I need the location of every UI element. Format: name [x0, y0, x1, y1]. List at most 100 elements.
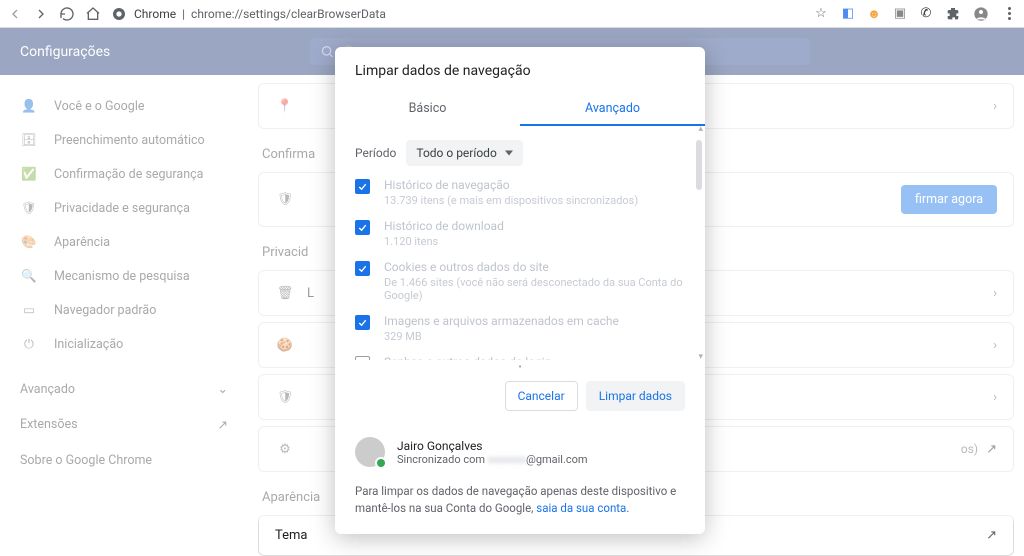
sidebar-item-autofill[interactable]: 🗄 Preenchimento automático [0, 123, 248, 157]
checkbox-subtitle: 329 MB [384, 330, 619, 343]
sidebar-item-label: Mecanismo de pesquisa [54, 269, 190, 284]
scroll-thumb[interactable] [696, 140, 702, 190]
pin-icon: 📍 [275, 96, 295, 116]
sidebar-item-label: Preenchimento automático [54, 133, 205, 148]
checkbox-subtitle: De 1.466 sites (você não será desconecta… [384, 276, 685, 302]
star-icon[interactable]: ☆ [812, 5, 830, 23]
sidebar-item-you-google[interactable]: 👤 Você e o Google [0, 89, 248, 123]
shield-check-icon: ✅ [20, 165, 38, 183]
search-icon: 🔍 [20, 267, 38, 285]
extension-icon-1[interactable]: ◧ [840, 6, 856, 22]
external-icon: ↗ [986, 442, 997, 457]
chevron-right-icon: › [993, 338, 997, 353]
shield-check-icon: 🛡 [275, 190, 295, 210]
user-icon: 👤 [20, 97, 38, 115]
checkbox-row-history[interactable]: Histórico de navegação 13.739 itens (e ma… [355, 178, 685, 207]
sidebar-item-search[interactable]: 🔍 Mecanismo de pesquisa [0, 259, 248, 293]
extension-icon-2[interactable]: ☻ [866, 6, 882, 22]
checkbox-subtitle: 1.120 itens [384, 235, 504, 248]
row-label: L [307, 286, 314, 301]
tab-advanced[interactable]: Avançado [520, 91, 705, 126]
sidebar-item-label: Inicialização [54, 337, 123, 352]
sidebar-extensions[interactable]: Extensões↗ [0, 407, 248, 443]
chrome-icon [110, 5, 128, 23]
checkbox-subtitle: 13.739 itens (e mais em dispositivos sin… [384, 194, 638, 207]
clear-data-dialog: Limpar dados de navegação Básico Avançad… [335, 47, 705, 534]
checkbox-row-cookies[interactable]: Cookies e outros dados do site De 1.466 s… [355, 260, 685, 302]
clear-data-button[interactable]: Limpar dados [586, 381, 685, 411]
shield-icon: 🛡 [275, 387, 295, 407]
checkbox-icon[interactable] [355, 315, 370, 330]
sidebar-item-appearance[interactable]: 🎨Aparência [0, 225, 248, 259]
scroll-up-icon[interactable]: ▴ [698, 126, 703, 134]
sidebar-advanced[interactable]: Avançado ⌄ [0, 371, 248, 407]
extension-icon-3[interactable]: ▣ [892, 6, 908, 22]
tab-basic[interactable]: Básico [335, 91, 520, 126]
account-email: Sincronizado com xxxxxxx@gmail.com [397, 453, 588, 466]
chevron-down-icon: ⌄ [218, 381, 228, 397]
checkbox-row-cache[interactable]: Imagens e arquivos armazenados em cache 3… [355, 314, 685, 343]
checkbox-title: Cookies e outros dados do site [384, 260, 685, 274]
scrollbar[interactable]: ▴ ▾ [696, 126, 702, 360]
cancel-button[interactable]: Cancelar [505, 381, 578, 411]
checkbox-icon[interactable] [355, 356, 370, 360]
power-icon: ⏻ [20, 335, 38, 353]
checkbox-title: Histórico de navegação [384, 178, 638, 192]
sidebar-item-safety[interactable]: ✅ Confirmação de segurança [0, 157, 248, 191]
scroll-down-icon[interactable]: ▾ [698, 352, 703, 360]
external-icon: ↗ [986, 528, 997, 543]
more-indicator: • [335, 360, 705, 381]
confirm-now-button[interactable]: firmar agora [901, 185, 997, 214]
forward-icon[interactable] [32, 5, 50, 23]
profile-icon[interactable] [972, 5, 990, 23]
checkbox-icon[interactable] [355, 220, 370, 235]
sidebar-item-label: Navegador padrão [54, 303, 156, 318]
settings-sidebar: 👤 Você e o Google 🗄 Preenchimento automáti… [0, 75, 248, 521]
dialog-title: Limpar dados de navegação [335, 47, 705, 91]
account-name: Jairo Gonçalves [397, 439, 588, 453]
menu-icon[interactable] [1000, 5, 1018, 23]
sidebar-about[interactable]: Sobre o Google Chrome [0, 443, 248, 478]
browser-toolbar: Chrome | chrome://settings/clearBrowserD… [0, 0, 1024, 28]
sync-badge-icon [375, 457, 387, 469]
chevron-right-icon: › [993, 286, 997, 301]
checkbox-row-passwords[interactable]: Senhas e outros dados de loginxxxxxxxxxx… [355, 355, 685, 360]
checkbox-icon[interactable] [355, 179, 370, 194]
row-label: Tema [275, 528, 308, 543]
checkbox-icon[interactable] [355, 261, 370, 276]
period-label: Período [355, 146, 396, 160]
sidebar-item-startup[interactable]: ⏻ Inicialização [0, 327, 248, 361]
trash-icon: 🗑 [275, 283, 295, 303]
autofill-icon: 🗄 [20, 131, 38, 149]
avatar [355, 437, 385, 467]
sidebar-item-privacy[interactable]: 🛡 Privacidade e segurança [0, 191, 248, 225]
sidebar-item-label: Você e o Google [54, 99, 145, 114]
extensions-icon[interactable] [944, 5, 962, 23]
row-suffix: os) [961, 442, 978, 456]
checkbox-title: Senhas e outros dados de login [384, 355, 580, 360]
checkbox-row-download[interactable]: Histórico de download1.120 itens [355, 219, 685, 248]
sidebar-item-label: Avançado [20, 382, 75, 397]
page-title: Configurações [20, 44, 110, 60]
chevron-right-icon: › [993, 99, 997, 114]
back-icon[interactable] [6, 5, 24, 23]
address-bar[interactable]: Chrome | chrome://settings/clearBrowserD… [110, 5, 804, 23]
home-icon[interactable] [84, 5, 102, 23]
shield-icon: 🛡 [20, 199, 38, 217]
period-select[interactable]: Todo o período [406, 140, 522, 166]
reload-icon[interactable] [58, 5, 76, 23]
sidebar-item-label: Sobre o Google Chrome [20, 453, 152, 468]
account-row: Jairo Gonçalves Sincronizado com xxxxxxx… [335, 425, 705, 477]
sidebar-item-label: Confirmação de segurança [54, 167, 203, 182]
external-icon: ↗ [218, 417, 228, 433]
browser-icon: ▭ [20, 301, 38, 319]
extension-icon-4[interactable]: ✆ [918, 6, 934, 22]
dialog-tabs: Básico Avançado [335, 91, 705, 126]
checkbox-title: Imagens e arquivos armazenados em cache [384, 314, 619, 328]
sidebar-item-default[interactable]: ▭ Navegador padrão [0, 293, 248, 327]
sidebar-item-label: Privacidade e segurança [54, 201, 190, 216]
sign-out-link[interactable]: saia da sua conta [536, 501, 626, 515]
url-scheme: Chrome [134, 7, 176, 21]
cookie-icon: 🍪 [275, 335, 295, 355]
sidebar-item-label: Aparência [54, 235, 110, 250]
